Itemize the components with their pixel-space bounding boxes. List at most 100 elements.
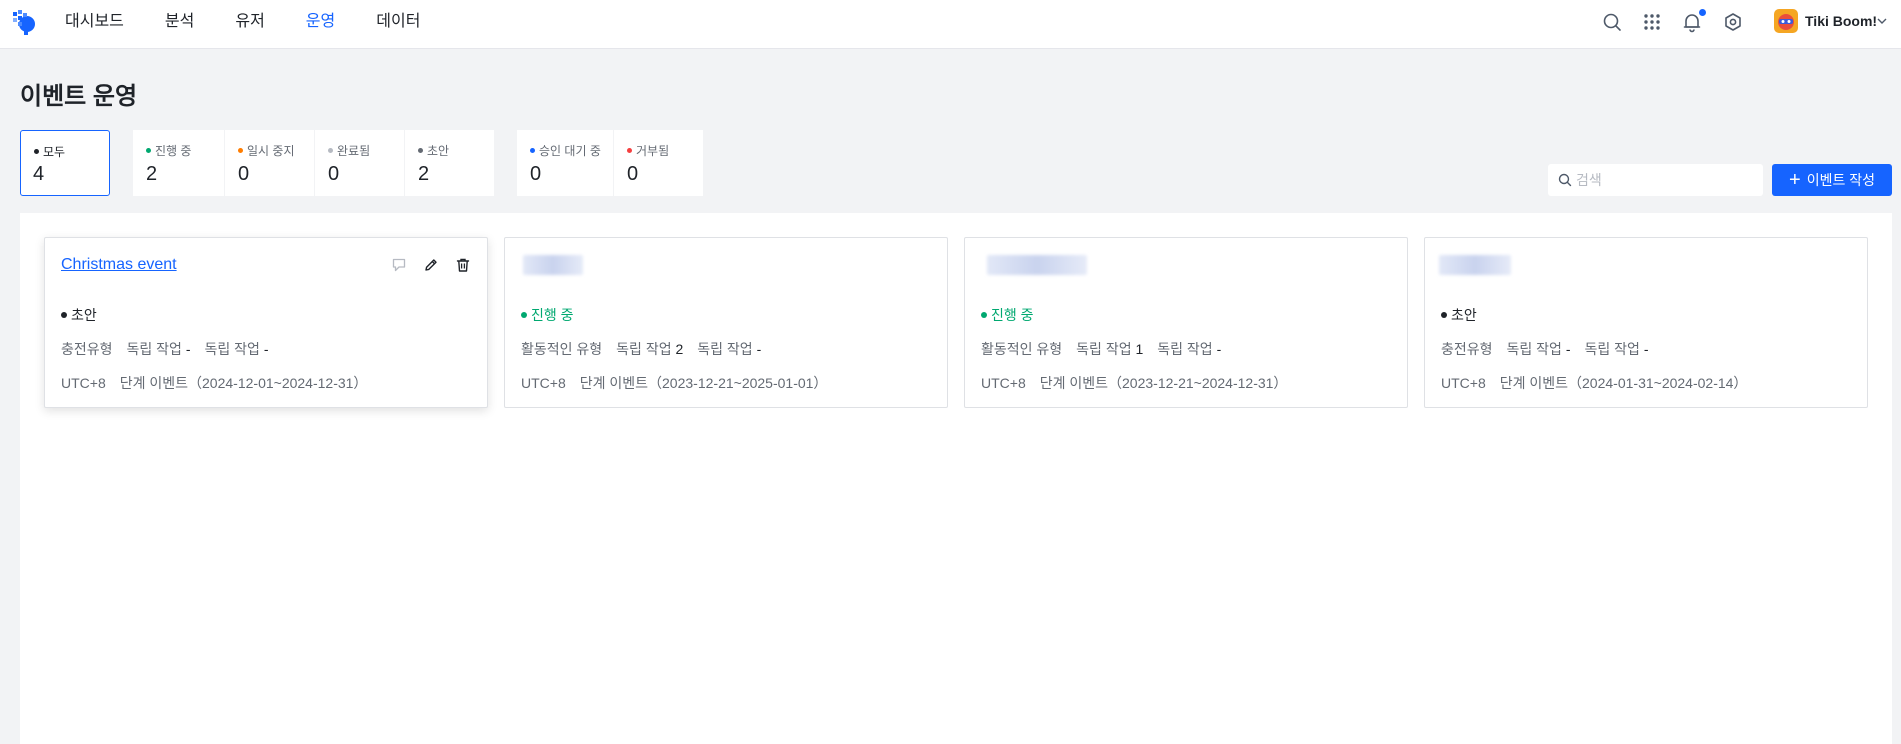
status-label: 진행 중 <box>991 307 1034 323</box>
edit-button[interactable] <box>421 255 441 275</box>
search-input[interactable] <box>1576 164 1756 196</box>
trash-icon <box>456 258 470 272</box>
status-tab-paused[interactable]: 일시 중지 0 <box>225 130 314 196</box>
event-meta: 충전유형 독립 작업 - 독립 작업 - <box>61 339 283 359</box>
timezone: UTC+8 <box>521 375 566 391</box>
timezone: UTC+8 <box>981 375 1026 391</box>
task-label: 독립 작업 <box>126 341 182 357</box>
event-schedule: UTC+8 단계 이벤트（2024-12-01~2024-12-31） <box>61 373 367 393</box>
task-label: 독립 작업 <box>697 341 753 357</box>
event-type: 활동적인 유형 <box>981 341 1063 357</box>
status-badge: 진행 중 <box>521 305 574 325</box>
status-tab-count: 0 <box>328 163 340 185</box>
event-name-link[interactable]: Christmas event <box>61 256 177 274</box>
task-value: - <box>1643 341 1649 357</box>
event-type: 활동적인 유형 <box>521 341 603 357</box>
status-tab-count: 0 <box>530 163 542 185</box>
status-dot <box>418 148 423 153</box>
event-card[interactable]: 진행 중 활동적인 유형 독립 작업 1 독립 작업 - UTC+8 단계 이벤트（2… <box>964 237 1408 408</box>
status-label: 진행 중 <box>531 307 574 323</box>
task-label: 독립 작업 <box>1506 341 1562 357</box>
event-card[interactable]: 진행 중 활동적인 유형 독립 작업 2 독립 작업 - UTC+8 단계 이벤트（2… <box>504 237 948 408</box>
event-range: 단계 이벤트（2023-12-21~2025-01-01） <box>579 375 828 391</box>
status-tab-label: 완료됨 <box>337 144 371 158</box>
status-tab-count: 0 <box>627 163 639 185</box>
event-range: 단계 이벤트（2023-12-21~2024-12-31） <box>1039 375 1288 391</box>
event-range: 단계 이벤트（2024-12-01~2024-12-31） <box>119 375 368 391</box>
settings-icon[interactable] <box>1722 11 1744 33</box>
status-tab-label: 거부됨 <box>636 144 670 158</box>
event-meta: 활동적인 유형 독립 작업 2 독립 작업 - <box>521 339 775 359</box>
status-tab-in-progress[interactable]: 진행 중 2 <box>133 130 224 196</box>
status-tab-rejected[interactable]: 거부됨 0 <box>614 130 703 196</box>
task-value: - <box>1216 341 1222 357</box>
status-tab-label: 모두 <box>43 145 66 159</box>
timezone: UTC+8 <box>61 375 106 391</box>
page-title: 이벤트 운영 <box>20 83 138 110</box>
avatar[interactable] <box>1774 9 1798 33</box>
create-event-button[interactable]: + 이벤트 작성 <box>1772 164 1892 196</box>
event-name-obscured[interactable] <box>987 255 1087 275</box>
status-dot <box>627 148 632 153</box>
search-icon[interactable] <box>1601 11 1623 33</box>
event-schedule: UTC+8 단계 이벤트（2023-12-21~2025-01-01） <box>521 373 827 393</box>
status-tab-pending-approval[interactable]: 승인 대기 중 0 <box>517 130 613 196</box>
task-label: 독립 작업 <box>616 341 672 357</box>
delete-button[interactable] <box>453 255 473 275</box>
status-badge: 초안 <box>61 305 97 325</box>
event-name-obscured[interactable] <box>1439 255 1511 275</box>
status-tab-label: 초안 <box>427 144 450 158</box>
card-actions <box>377 255 473 275</box>
submit-approval-button[interactable] <box>389 255 409 275</box>
status-tab-all[interactable]: 모두 4 <box>20 130 110 196</box>
task-label: 독립 작업 <box>204 341 260 357</box>
status-tab-label: 승인 대기 중 <box>539 144 601 158</box>
event-card[interactable]: Christmas event 초안 충전유형독립 작업 -독립 작업 - <box>44 237 488 408</box>
main-nav: 대시보드 분석 유저 운영 데이터 <box>65 0 461 49</box>
chevron-down-icon[interactable] <box>1876 15 1888 27</box>
nav-item-analysis[interactable]: 분석 <box>165 0 194 49</box>
task-label: 독립 작업 <box>1584 341 1640 357</box>
notification-badge <box>1699 9 1706 16</box>
status-dot <box>61 312 67 318</box>
apps-grid-icon[interactable] <box>1641 11 1663 33</box>
status-tab-label: 일시 중지 <box>247 144 295 158</box>
event-meta: 충전유형 독립 작업 - 독립 작업 - <box>1441 339 1663 359</box>
status-dot <box>521 312 527 318</box>
task-value: 1 <box>1135 341 1144 357</box>
status-tab-draft[interactable]: 초안 2 <box>405 130 494 196</box>
create-event-label: 이벤트 작성 <box>1806 172 1875 188</box>
event-schedule: UTC+8 단계 이벤트（2024-01-31~2024-02-14） <box>1441 373 1747 393</box>
task-value: - <box>756 341 762 357</box>
user-name[interactable]: Tiki Boom! <box>1805 13 1877 29</box>
search-icon <box>1558 173 1572 187</box>
event-name-obscured[interactable] <box>523 255 583 275</box>
nav-item-data[interactable]: 데이터 <box>376 0 420 49</box>
task-label: 독립 작업 <box>1157 341 1213 357</box>
nav-item-users[interactable]: 유저 <box>235 0 264 49</box>
status-dot <box>146 148 151 153</box>
task-value: - <box>263 341 269 357</box>
task-value: - <box>185 341 191 357</box>
pencil-icon <box>425 259 437 271</box>
status-tab-label: 진행 중 <box>155 144 192 158</box>
status-badge: 초안 <box>1441 305 1477 325</box>
search-box[interactable] <box>1548 164 1763 196</box>
status-badge: 진행 중 <box>981 305 1034 325</box>
status-dot <box>328 148 333 153</box>
status-tab-completed[interactable]: 완료됨 0 <box>315 130 404 196</box>
event-card[interactable]: 초안 충전유형 독립 작업 - 독립 작업 - UTC+8 단계 이벤트（2024-0… <box>1424 237 1868 408</box>
nav-item-dashboard[interactable]: 대시보드 <box>65 0 124 49</box>
top-navigation-bar: 대시보드 분석 유저 운영 데이터 Tiki Boom! <box>0 0 1901 49</box>
task-label: 독립 작업 <box>1076 341 1132 357</box>
status-tab-count: 0 <box>238 163 250 185</box>
status-label: 초안 <box>71 307 97 323</box>
flag-icon <box>392 258 406 272</box>
status-dot <box>530 148 535 153</box>
nav-item-operations[interactable]: 운영 <box>306 0 335 49</box>
status-dot <box>34 149 39 154</box>
event-meta: 활동적인 유형 독립 작업 1 독립 작업 - <box>981 339 1235 359</box>
status-tab-count: 4 <box>33 163 45 185</box>
app-logo-icon[interactable] <box>10 8 38 36</box>
status-label: 초안 <box>1451 307 1477 323</box>
